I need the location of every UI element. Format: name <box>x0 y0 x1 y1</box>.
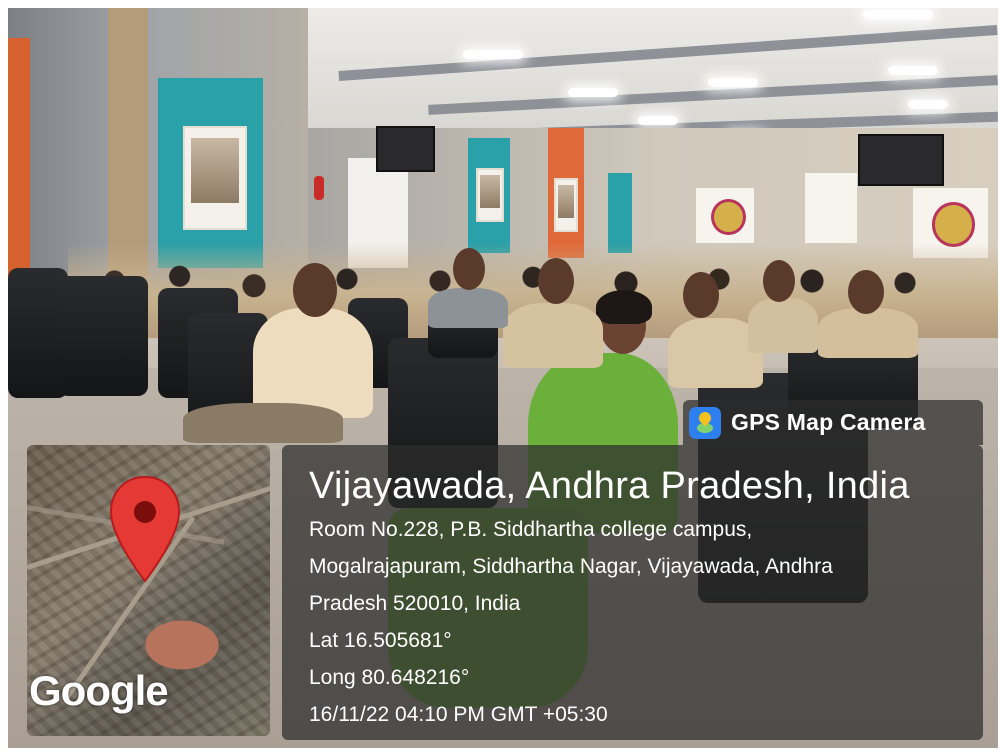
city-line: Vijayawada, Andhra Pradesh, India <box>309 465 910 507</box>
person-head <box>848 270 884 314</box>
teal-panel <box>608 173 632 253</box>
gps-app-title-bar: GPS Map Camera <box>683 400 983 445</box>
orange-pillar <box>8 38 30 278</box>
student <box>428 288 508 328</box>
gps-map-camera-icon <box>689 406 721 439</box>
person-head <box>453 248 485 290</box>
tree-banner <box>805 173 857 243</box>
person-head <box>293 263 337 317</box>
ceiling-light <box>708 78 758 87</box>
app-name: GPS Map Camera <box>731 409 926 435</box>
person-head <box>763 260 795 302</box>
ceiling-light <box>568 88 618 97</box>
address-line-3: Pradesh 520010, India <box>309 592 521 615</box>
longitude: Long 80.648216° <box>309 666 470 689</box>
person-hair <box>596 290 652 324</box>
address-line-2: Mogalrajapuram, Siddhartha Nagar, Vijaya… <box>309 555 833 578</box>
emblem-banner <box>696 188 754 243</box>
student <box>818 308 918 358</box>
ceiling-light <box>908 100 948 109</box>
location-info-panel: Vijayawada, Andhra Pradesh, India Room N… <box>282 445 983 740</box>
google-logo: Google <box>29 667 169 714</box>
map-pin-icon <box>109 475 181 583</box>
portrait-frame <box>554 178 578 232</box>
portrait-frame <box>476 168 504 222</box>
fire-extinguisher <box>314 176 324 200</box>
timestamp: 16/11/22 04:10 PM GMT +05:30 <box>309 703 608 726</box>
ceiling-tv <box>376 126 435 172</box>
ceiling-light <box>638 116 678 125</box>
ceiling-light <box>463 50 523 59</box>
person-head <box>683 272 719 318</box>
latitude: Lat 16.505681° <box>309 629 452 652</box>
ceiling-light <box>888 66 938 75</box>
address-line-1: Room No.228, P.B. Siddhartha college cam… <box>309 518 753 541</box>
portrait-frame <box>183 126 247 230</box>
person-head <box>538 258 574 304</box>
student <box>748 298 818 353</box>
student <box>503 303 603 368</box>
chair <box>58 276 148 396</box>
map-thumbnail: Google <box>27 445 270 736</box>
ceiling-tv <box>858 134 944 186</box>
trousers <box>183 403 343 443</box>
ceiling-light <box>863 10 933 19</box>
man-in-cream-shirt <box>253 308 373 418</box>
